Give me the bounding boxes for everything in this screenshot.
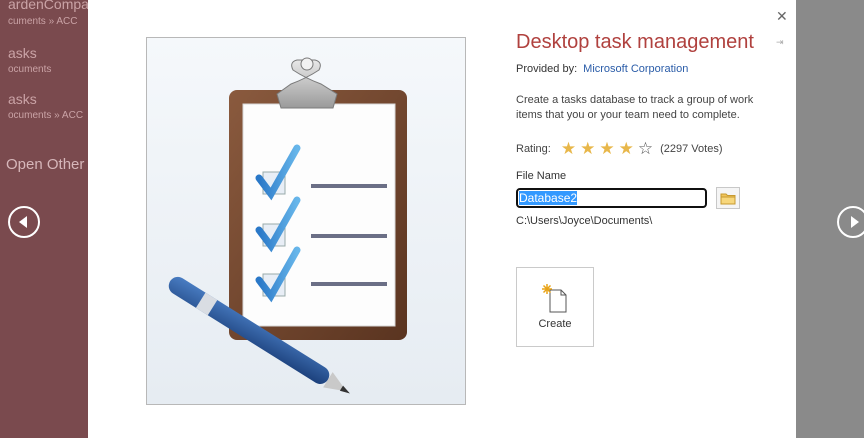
open-other-link[interactable]: Open Other [6, 156, 84, 173]
browse-button[interactable] [716, 187, 740, 209]
template-description: Create a tasks database to track a group… [516, 94, 754, 121]
recent-file-path[interactable]: cuments » ACC [8, 16, 77, 27]
file-name-input[interactable] [515, 187, 708, 209]
recent-file-path[interactable]: ocuments » ACC [8, 110, 83, 121]
create-label: Create [538, 318, 572, 330]
star-filled-icon: ★ [599, 139, 615, 158]
provided-by: Provided by: Microsoft Corporation [516, 63, 688, 75]
folder-icon [720, 193, 736, 205]
template-preview-image [146, 37, 466, 405]
star-filled-icon: ★ [580, 139, 596, 158]
provider-link[interactable]: Microsoft Corporation [583, 63, 688, 75]
recent-file-name[interactable]: asks [8, 45, 37, 61]
rating-stars: ★ ★ ★ ★ ☆ [561, 140, 657, 157]
close-icon[interactable]: ✕ [776, 8, 788, 25]
create-button[interactable]: Create [516, 267, 594, 347]
arrow-left-icon[interactable] [8, 206, 40, 238]
pin-icon[interactable]: ⇥ [776, 37, 784, 48]
provided-by-label: Provided by: [516, 63, 578, 75]
recent-file-path[interactable]: ocuments [8, 64, 51, 75]
recent-file-name[interactable]: asks [8, 91, 37, 107]
recent-file-name[interactable]: ardenCompa [8, 0, 89, 12]
template-title: Desktop task management [516, 31, 754, 53]
rating-label: Rating: [516, 142, 551, 155]
clipboard-checklist-icon [168, 57, 407, 394]
arrow-right-icon[interactable] [837, 206, 864, 238]
rating: Rating: ★ ★ ★ ★ ☆ (2297 Votes) [516, 140, 722, 157]
star-empty-icon: ☆ [637, 139, 654, 158]
template-preview-dialog: ✕ ⇥ Desktop task management Provided by:… [88, 0, 796, 438]
star-filled-icon: ★ [618, 139, 634, 158]
save-path: C:\Users\Joyce\Documents\ [516, 215, 653, 227]
votes-count: (2297 Votes) [660, 142, 723, 155]
new-document-icon [542, 284, 567, 313]
file-name-label: File Name [516, 170, 567, 182]
star-filled-icon: ★ [560, 139, 577, 158]
